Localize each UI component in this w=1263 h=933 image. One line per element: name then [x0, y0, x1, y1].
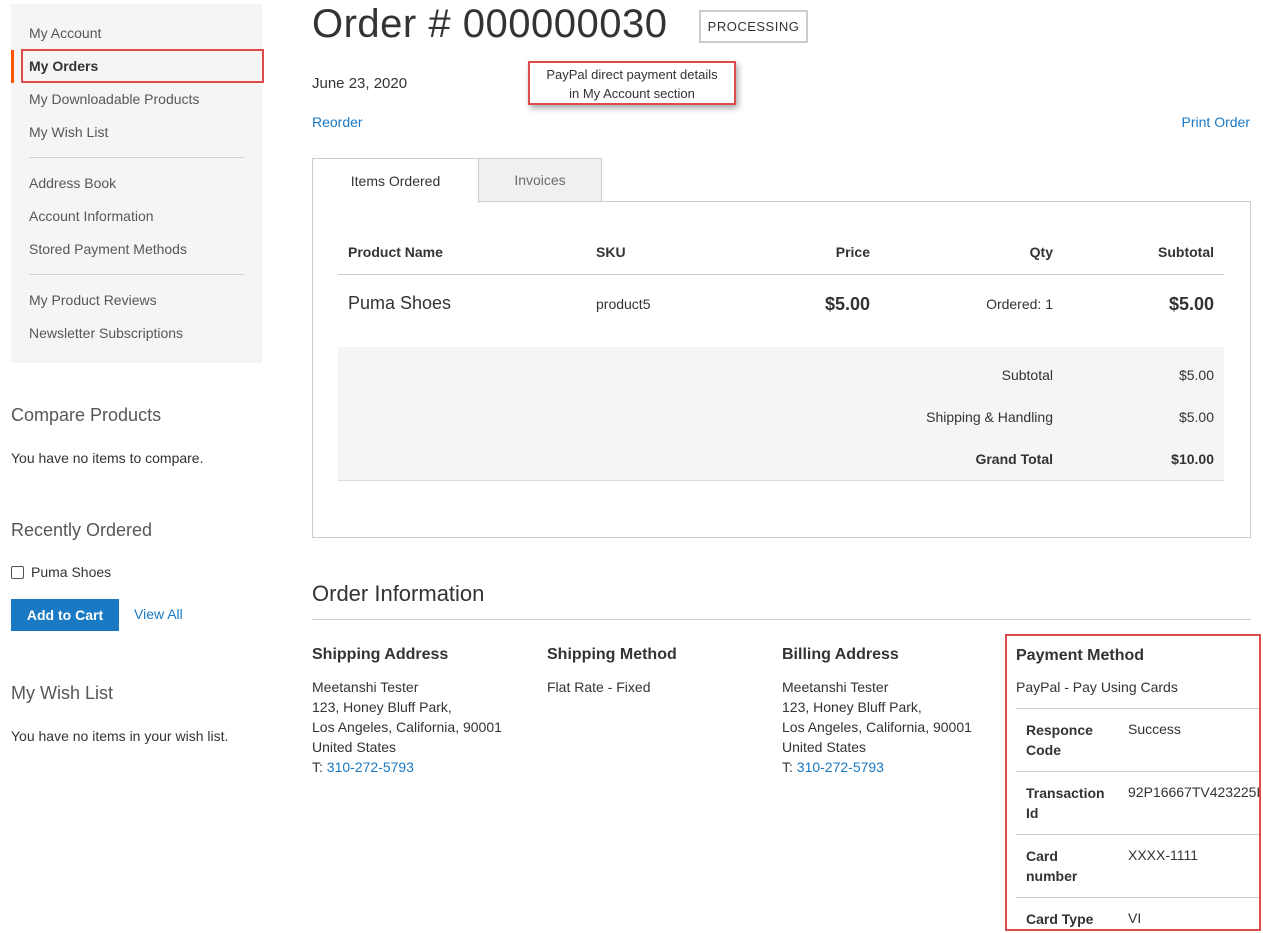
current-nav-indicator [11, 50, 14, 83]
payment-row-divider [1016, 771, 1259, 772]
shipping-address-country: United States [312, 739, 397, 755]
shipping-address-phone-row: T: 310-272-5793 [312, 757, 414, 777]
page-title: Order # 000000030 [312, 2, 668, 46]
annotation-callout: PayPal direct payment details in My Acco… [528, 61, 736, 105]
payment-method-title: Payment Method [1016, 647, 1145, 664]
add-to-cart-button[interactable]: Add to Cart [11, 599, 119, 631]
phone-prefix: T: [782, 759, 793, 775]
shipping-method-value: Flat Rate - Fixed [547, 679, 651, 695]
billing-address-phone-row: T: 310-272-5793 [782, 757, 884, 777]
print-order-link[interactable]: Print Order [1182, 114, 1250, 130]
shipping-method-title: Shipping Method [547, 646, 677, 663]
col-header-sku: SKU [596, 244, 626, 260]
totals-subtotal-value: $5.00 [1178, 367, 1214, 383]
wish-list-empty-text: You have no items in your wish list. [11, 728, 229, 744]
label-line: Card Type [1026, 911, 1094, 927]
order-status-badge: PROCESSING [699, 10, 808, 43]
phone-prefix: T: [312, 759, 323, 775]
payment-row-divider [1016, 834, 1259, 835]
billing-address-country: United States [782, 739, 867, 755]
nav-account-information[interactable]: Account Information [29, 208, 154, 224]
view-all-link[interactable]: View All [134, 606, 183, 622]
col-header-product-name: Product Name [348, 244, 443, 260]
billing-address-city: Los Angeles, California, 90001 [782, 719, 972, 735]
product-name: Puma Shoes [348, 293, 452, 313]
nav-my-product-reviews[interactable]: My Product Reviews [29, 292, 157, 308]
product-price: $5.00 [824, 294, 870, 314]
compare-empty-text: You have no items to compare. [11, 450, 204, 466]
billing-address-name: Meetanshi Tester [782, 679, 889, 695]
billing-address-street: 123, Honey Bluff Park, [782, 699, 922, 715]
label-line: Card [1026, 848, 1058, 864]
order-totals: Subtotal $5.00 Shipping & Handling $5.00… [338, 347, 1224, 481]
order-information-divider [312, 619, 1251, 620]
payment-label-card-type: Card Type [1026, 909, 1116, 929]
shipping-address-street: 123, Honey Bluff Park, [312, 699, 452, 715]
payment-method-box: Payment Method PayPal - Pay Using Cards … [1005, 634, 1261, 931]
nav-my-wish-list[interactable]: My Wish List [29, 124, 108, 140]
nav-my-account[interactable]: My Account [29, 25, 101, 41]
label-line: Transaction [1026, 785, 1105, 801]
tab-items-ordered[interactable]: Items Ordered [312, 158, 479, 203]
highlight-box-my-orders [21, 49, 264, 83]
product-sku: product5 [596, 296, 651, 312]
product-subtotal: $5.00 [1168, 294, 1214, 314]
payment-label-transaction-id: Transaction Id [1026, 783, 1116, 823]
reorder-link[interactable]: Reorder [312, 114, 363, 130]
nav-divider [29, 274, 244, 275]
payment-label-card-number: Card number [1026, 846, 1116, 886]
label-line: Responce [1026, 722, 1093, 738]
compare-products-title: Compare Products [11, 405, 162, 425]
recently-ordered-title: Recently Ordered [11, 520, 153, 540]
wish-list-title: My Wish List [11, 683, 114, 703]
col-header-subtotal: Subtotal [1158, 244, 1214, 260]
col-header-price: Price [835, 244, 870, 260]
totals-shipping-label: Shipping & Handling [926, 409, 1053, 425]
order-date: June 23, 2020 [312, 75, 408, 92]
table-header-divider [338, 274, 1224, 275]
label-line: Id [1026, 805, 1039, 821]
billing-address-title: Billing Address [782, 646, 899, 663]
shipping-phone-link[interactable]: 310-272-5793 [327, 759, 414, 775]
shipping-address-title: Shipping Address [312, 646, 449, 663]
payment-value-transaction-id: 92P16667TV423225L [1128, 784, 1261, 800]
payment-label-response-code: Responce Code [1026, 720, 1116, 760]
callout-line-1: PayPal direct payment details [546, 67, 718, 82]
totals-shipping-value: $5.00 [1178, 409, 1214, 425]
shipping-address-city: Los Angeles, California, 90001 [312, 719, 502, 735]
payment-row-divider [1016, 897, 1259, 898]
payment-method-name: PayPal - Pay Using Cards [1016, 679, 1178, 695]
label-line: number [1026, 868, 1078, 884]
product-qty: Ordered: 1 [986, 296, 1053, 312]
payment-row-divider [1016, 708, 1259, 709]
recent-item-label: Puma Shoes [31, 564, 112, 580]
col-header-qty: Qty [1029, 244, 1053, 260]
shipping-address-name: Meetanshi Tester [312, 679, 419, 695]
totals-grand-total-value: $10.00 [1171, 451, 1214, 467]
tab-invoices[interactable]: Invoices [478, 158, 602, 202]
nav-newsletter-subscriptions[interactable]: Newsletter Subscriptions [29, 325, 183, 341]
nav-stored-payment-methods[interactable]: Stored Payment Methods [29, 241, 187, 257]
recent-item[interactable]: Puma Shoes [11, 564, 111, 580]
label-line: Code [1026, 742, 1061, 758]
nav-my-downloadable-products[interactable]: My Downloadable Products [29, 91, 199, 107]
billing-phone-link[interactable]: 310-272-5793 [797, 759, 884, 775]
recent-item-checkbox[interactable] [11, 565, 24, 579]
callout-line-2: in My Account section [569, 86, 695, 101]
order-information-title: Order Information [312, 581, 485, 606]
totals-subtotal-label: Subtotal [1001, 367, 1053, 383]
payment-value-response-code: Success [1128, 721, 1181, 737]
totals-grand-total-label: Grand Total [975, 451, 1053, 467]
nav-divider [29, 157, 244, 158]
nav-address-book[interactable]: Address Book [29, 175, 116, 191]
payment-value-card-number: XXXX-1111 [1128, 847, 1199, 863]
payment-value-card-type: VI [1128, 910, 1142, 926]
